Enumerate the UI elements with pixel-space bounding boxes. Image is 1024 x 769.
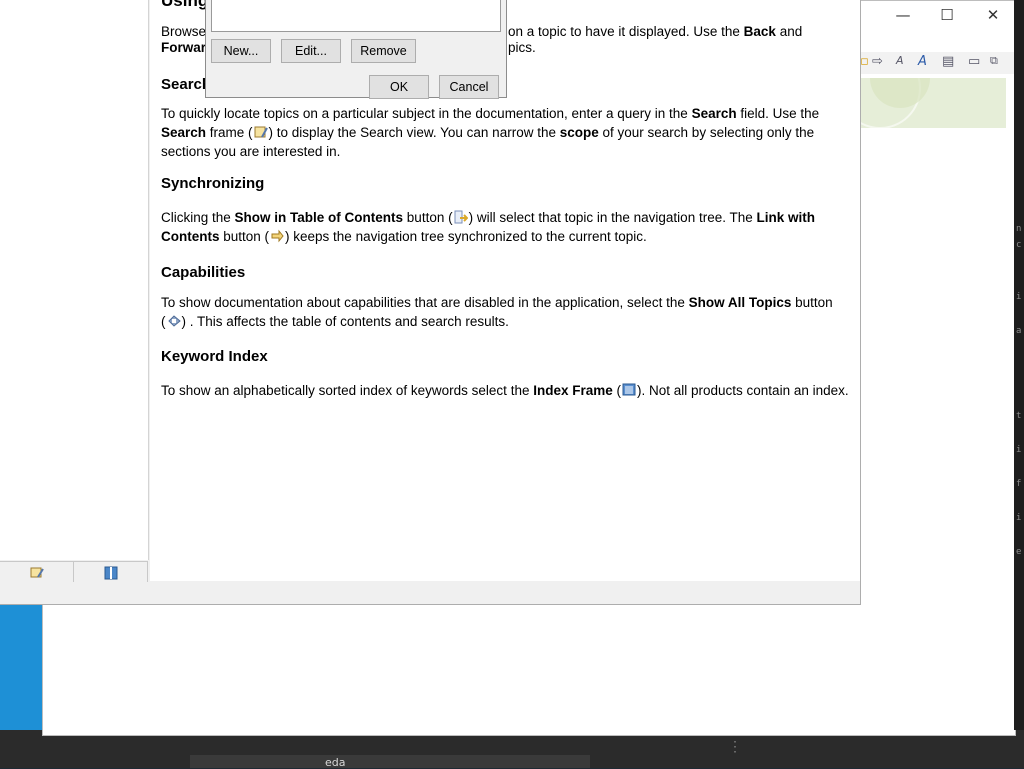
gutter-glyph: e [1016,547,1022,557]
navigation-tabs [0,561,148,582]
search-heading: Search [161,76,212,93]
new-button[interactable]: New... [211,39,271,63]
gutter-glyph: f [1016,479,1022,489]
intro-back: Back [743,24,776,39]
resize-handle-icon[interactable]: ⋮ [728,738,742,755]
capabilities-heading: Capabilities [161,264,246,281]
window-controls: — ☐ ✕ [860,0,1024,30]
maximize-view-icon[interactable]: ⧉ [990,54,998,68]
maximize-button[interactable]: ☐ [924,0,970,30]
remove-button[interactable]: Remove [351,39,416,63]
tab-search[interactable] [0,562,74,582]
tab-index[interactable] [74,562,148,582]
intro-text-left-line2: Forwar [161,40,207,55]
index-paragraph: To show an alphabetically sorted index o… [161,383,849,398]
run-bar [190,755,590,768]
ok-button[interactable]: OK [369,75,429,99]
dialog-list-box[interactable] [211,0,501,32]
gutter-glyph: i [1016,445,1022,455]
font-increase-icon[interactable]: A [918,54,927,69]
intro-and: and [779,24,803,39]
intro-text-right-line2: pics. [508,40,536,55]
search-paragraph: To quickly locate topics on a particular… [161,106,820,159]
gutter-glyph: c [1016,240,1022,250]
banner-graphic [839,47,1006,129]
square-icon[interactable]: ▫ [860,54,869,69]
gutter-glyph: a [1016,326,1022,336]
editor-gutter [1014,0,1024,730]
layout-icon[interactable]: ▤ [942,54,954,69]
navigation-pane [0,0,149,560]
font-decrease-icon[interactable]: A [896,54,904,67]
search-frame-icon [30,567,44,578]
index-frame-icon [622,383,636,396]
gutter-glyph: n [1016,224,1022,234]
minimize-button[interactable]: — [880,0,926,30]
show-all-topics-icon [167,315,181,327]
search-frame-icon [254,126,268,138]
close-button[interactable]: ✕ [970,0,1016,30]
cancel-button[interactable]: Cancel [439,75,499,99]
intro-text-left: Browse [161,24,207,39]
ide-toolbar: ▫ ⇨ A A ▤ ▭ ⧉ [860,52,1014,74]
intro-text-right: on a topic to have it displayed. Use the [508,24,740,39]
minimize-view-icon[interactable]: ▭ [968,54,980,69]
gutter-glyph: i [1016,292,1022,302]
sync-paragraph: Clicking the Show in Table of Contents b… [161,210,815,244]
capabilities-paragraph: To show documentation about capabilities… [161,295,833,329]
edit-button[interactable]: Edit... [281,39,341,63]
gutter-glyph: i [1016,513,1022,523]
page-title: Using [161,0,209,10]
index-heading: Keyword Index [161,348,268,365]
gutter-glyph: t [1016,411,1022,421]
show-in-toc-icon [454,210,468,224]
link-with-contents-icon [271,229,284,243]
book-icon [104,566,117,580]
forward-arrow-icon[interactable]: ⇨ [872,54,883,69]
sync-heading: Synchronizing [161,175,265,192]
run-label: eda [325,756,346,769]
